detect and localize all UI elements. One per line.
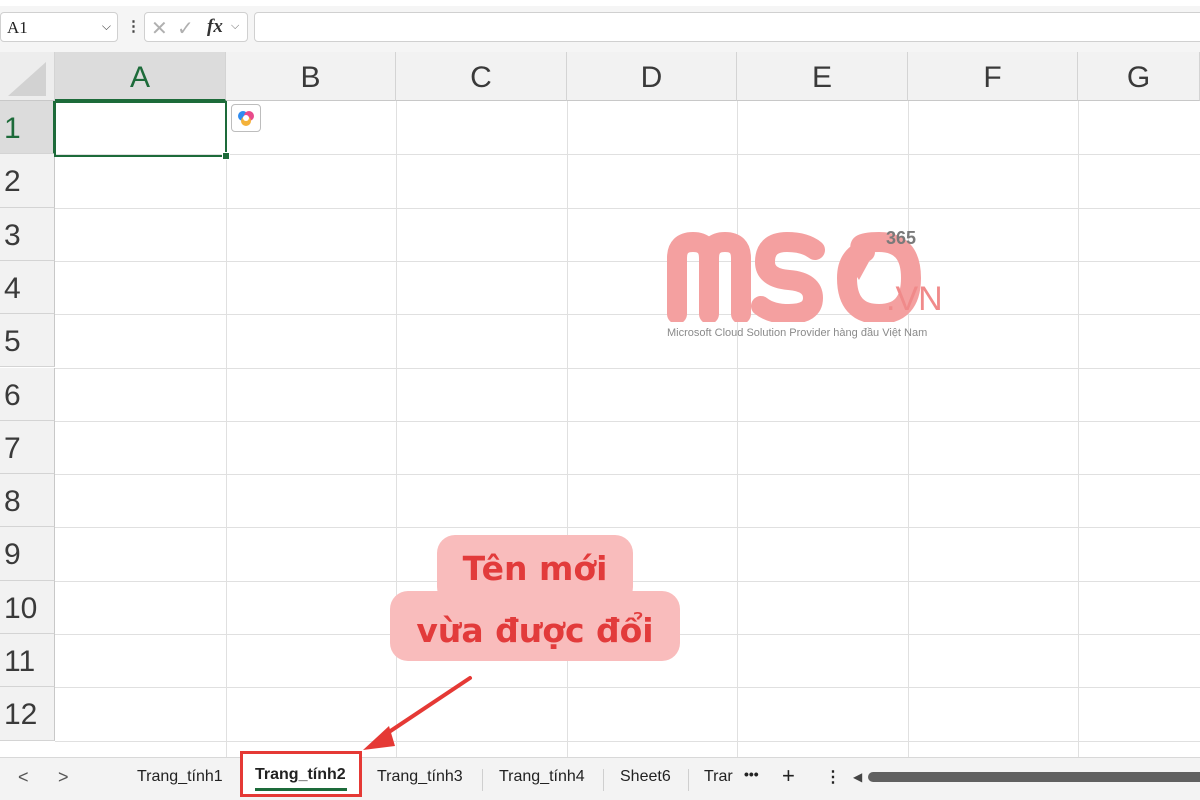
active-tab-underline — [255, 788, 347, 791]
callout-line-2: vừa được đổi — [416, 611, 654, 650]
row-header-10[interactable]: 10 — [0, 580, 55, 634]
row-header-8[interactable]: 8 — [0, 474, 55, 528]
row-header-2[interactable]: 2 — [0, 154, 55, 208]
enter-icon[interactable]: ✓ — [177, 16, 194, 41]
callout-line-1: Tên mới — [462, 549, 608, 588]
column-header-g[interactable]: G — [1078, 52, 1200, 101]
active-cell[interactable] — [54, 101, 227, 157]
row-header-7[interactable]: 7 — [0, 420, 55, 475]
top-strip — [0, 0, 1200, 6]
sheet-tab[interactable]: Trang_tính1 — [137, 768, 223, 786]
column-header-d[interactable]: D — [567, 52, 737, 101]
column-header-e[interactable]: E — [737, 52, 908, 101]
row-header-4[interactable]: 4 — [0, 260, 55, 315]
name-box-value: A1 — [7, 18, 28, 37]
column-gridline — [1078, 101, 1079, 757]
active-sheet-tab[interactable]: Trang_tính2 — [255, 766, 346, 784]
row-header-3[interactable]: 3 — [0, 207, 55, 261]
chevron-down-icon[interactable]: ⌵ — [102, 19, 111, 34]
horizontal-scrollbar[interactable] — [868, 772, 1200, 782]
select-all-triangle — [8, 62, 46, 96]
add-sheet-icon[interactable]: + — [782, 763, 795, 789]
sheet-tab[interactable]: Trang_tính4 — [499, 768, 585, 786]
formula-input[interactable] — [254, 12, 1200, 42]
column-gridline — [908, 101, 909, 757]
column-header-c[interactable]: C — [396, 52, 567, 101]
more-options-icon[interactable]: ⋮ — [126, 17, 141, 35]
column-header-a[interactable]: A — [55, 52, 226, 101]
options-icon[interactable]: ⋮ — [825, 767, 841, 787]
copilot-icon — [238, 111, 254, 126]
tab-separator — [482, 769, 483, 791]
select-all-corner[interactable] — [0, 52, 55, 101]
formula-actions: ✕ ✓ fx ⌵ — [144, 12, 248, 42]
row-header-1[interactable]: 1 — [0, 101, 55, 155]
arrow-icon — [363, 676, 472, 750]
row-header-6[interactable]: 6 — [0, 367, 55, 421]
copilot-button[interactable] — [231, 104, 261, 132]
watermark-365: 365 — [886, 228, 917, 248]
name-box[interactable]: A1 ⌵ — [0, 12, 118, 42]
row-header-12[interactable]: 12 — [0, 687, 55, 741]
row-header-11[interactable]: 11 — [0, 634, 55, 688]
sheet-tab[interactable]: Trang_tính3 — [377, 768, 463, 786]
fx-icon[interactable]: fx — [207, 16, 223, 38]
sheet-tab-bar: < > Trang_tính1 Trang_tính3 Trang_tính4 … — [0, 757, 1200, 800]
tab-separator — [688, 769, 689, 791]
prev-sheet-button[interactable]: < — [18, 767, 29, 788]
row-header-9[interactable]: 9 — [0, 527, 55, 581]
scroll-left-icon[interactable]: ◀ — [853, 770, 862, 784]
sheet-tab[interactable]: Trar — [704, 768, 733, 786]
fill-handle[interactable] — [222, 152, 230, 160]
cancel-icon[interactable]: ✕ — [151, 16, 168, 41]
column-gridline — [737, 101, 738, 757]
overflow-tabs-icon[interactable]: ••• — [744, 766, 759, 782]
column-header-b[interactable]: B — [226, 52, 396, 101]
sheet-tab[interactable]: Sheet6 — [620, 768, 671, 786]
tab-separator — [603, 769, 604, 791]
watermark-suffix: .VN — [886, 280, 943, 318]
callout-annotation: Tên mới vừa được đổi — [390, 535, 680, 661]
row-header-5[interactable]: 5 — [0, 314, 55, 368]
column-gridline — [226, 101, 227, 757]
chevron-down-icon[interactable]: ⌵ — [231, 20, 239, 33]
column-header-f[interactable]: F — [908, 52, 1078, 101]
watermark-tagline: Microsoft Cloud Solution Provider hàng đ… — [667, 327, 928, 339]
next-sheet-button[interactable]: > — [58, 767, 69, 788]
